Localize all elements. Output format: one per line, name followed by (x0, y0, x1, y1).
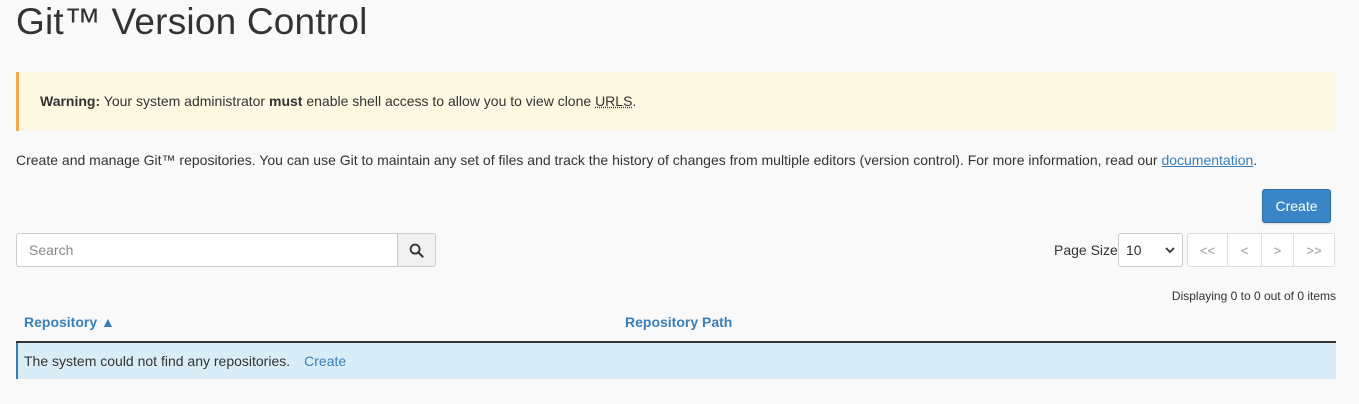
warning-alert: Warning: Your system administrator must … (16, 72, 1336, 131)
empty-message: The system could not find any repositori… (24, 353, 291, 369)
last-page-button[interactable]: >> (1293, 233, 1335, 267)
documentation-link[interactable]: documentation (1161, 152, 1253, 168)
warning-text-before: Your system administrator (100, 93, 269, 109)
page-size-select[interactable]: 10 (1118, 233, 1183, 267)
create-repository-link[interactable]: Create (304, 353, 346, 369)
column-header-repository-path[interactable]: Repository Path (625, 314, 732, 330)
column-header-repository[interactable]: Repository ▲ (24, 314, 115, 330)
warning-text-after: . (632, 93, 637, 109)
intro-description: Create and manage Git™ repositories. You… (16, 150, 1346, 170)
search-button[interactable] (397, 233, 436, 267)
next-page-button[interactable]: > (1261, 233, 1294, 267)
warning-text-middle: enable shell access to allow you to view… (302, 93, 596, 109)
page-size-value: 10 (1126, 242, 1142, 258)
displaying-count: Displaying 0 to 0 out of 0 items (1171, 289, 1336, 303)
intro-text: Create and manage Git™ repositories. You… (16, 152, 1162, 168)
empty-table-row: The system could not find any repositori… (16, 343, 1336, 379)
first-page-button[interactable]: << (1187, 233, 1228, 267)
page-title: Git™ Version Control (16, 1, 368, 42)
page-size-label: Page Size (1054, 242, 1118, 258)
warning-label: Warning: (40, 93, 101, 109)
create-button[interactable]: Create (1262, 189, 1331, 223)
search-group (16, 233, 436, 267)
search-icon (409, 243, 424, 258)
prev-page-button[interactable]: < (1227, 233, 1262, 267)
search-input[interactable] (16, 233, 397, 267)
git-version-control-page: Git™ Version Control Warning: Your syste… (0, 0, 1359, 404)
warning-emphasis: must (269, 93, 303, 109)
pagination: << < > >> (1187, 233, 1335, 267)
intro-end: . (1253, 152, 1258, 168)
urls-abbr: URLS (595, 93, 633, 109)
chevron-down-icon (1165, 246, 1175, 253)
